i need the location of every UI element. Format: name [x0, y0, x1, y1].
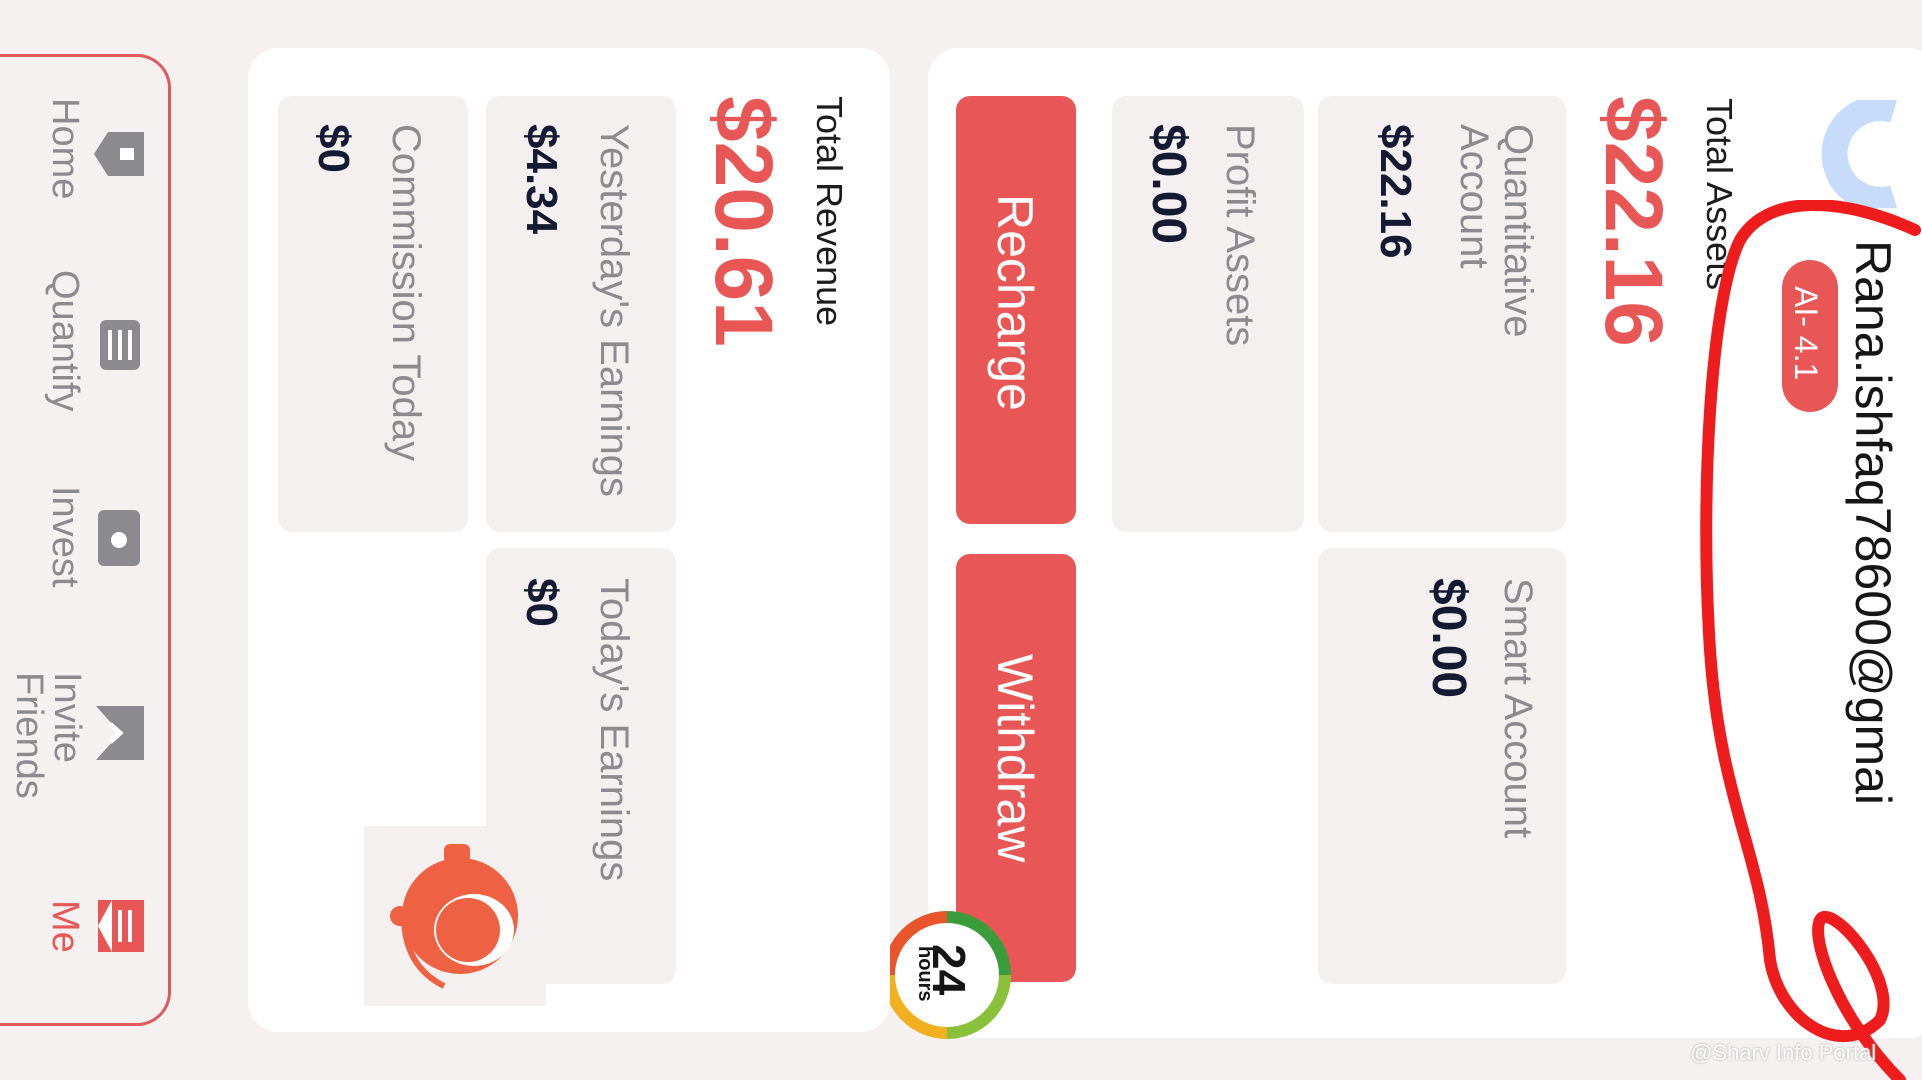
recharge-button[interactable]: Recharge [956, 96, 1076, 524]
profit-assets-value: $0.00 [1142, 124, 1195, 245]
smart-account-tile[interactable]: Smart Account $0.00 [1318, 548, 1566, 984]
total-revenue-value: $20.61 [698, 96, 789, 347]
customer-service-button[interactable] [364, 826, 546, 1006]
yesterdays-earnings-value: $4.34 [517, 124, 566, 235]
quantify-icon [100, 320, 140, 370]
smart-account-label: Smart Account [1496, 578, 1540, 839]
commission-today-label: Commission Today [384, 124, 428, 462]
nav-item-quantify[interactable]: Quantify [40, 264, 150, 434]
me-icon [98, 900, 144, 952]
commission-today-value: $0 [309, 124, 358, 173]
nav-item-invite-friends[interactable]: Invite Friends [0, 660, 150, 810]
total-assets-value: $22.16 [1588, 96, 1679, 347]
24-hours-unit: hours [914, 946, 936, 1002]
invest-icon [98, 510, 140, 566]
yesterdays-earnings-label: Yesterday's Earnings [592, 124, 636, 498]
avatar[interactable] [1810, 95, 1906, 213]
total-revenue-label: Total Revenue [809, 96, 850, 327]
account-page: Rana.ishfaq78600@gmai AI- 4.1 Total Asse… [0, 0, 1922, 1080]
red-marker-annotation [1700, 200, 1921, 1080]
commission-today-tile[interactable]: Commission Today $0 [278, 96, 468, 532]
smart-account-value: $0.00 [1422, 578, 1475, 699]
todays-earnings-value: $0 [517, 578, 566, 627]
invite-icon [96, 706, 144, 760]
profit-assets-tile[interactable]: Profit Assets $0.00 [1112, 96, 1304, 532]
quantitative-account-tile[interactable]: Quantitative Account $22.16 [1318, 96, 1566, 532]
quantitative-account-value: $22.16 [1371, 124, 1420, 259]
nav-item-me[interactable]: Me [40, 890, 150, 990]
todays-earnings-label: Today's Earnings [592, 578, 636, 882]
nav-item-home[interactable]: Home [40, 96, 150, 236]
avatar-icon [1821, 95, 1898, 213]
nav-item-invest[interactable]: Invest [40, 480, 150, 610]
profit-assets-label: Profit Assets [1218, 124, 1262, 347]
24-hours-badge[interactable]: 24 hours [876, 904, 1018, 1046]
yesterdays-earnings-tile[interactable]: Yesterday's Earnings $4.34 [486, 96, 676, 532]
quantitative-account-label: Quantitative Account [1452, 124, 1540, 338]
watermark: @Sharv Info Portal [1690, 1040, 1877, 1065]
home-icon [94, 132, 144, 176]
headset-icon [390, 844, 518, 989]
